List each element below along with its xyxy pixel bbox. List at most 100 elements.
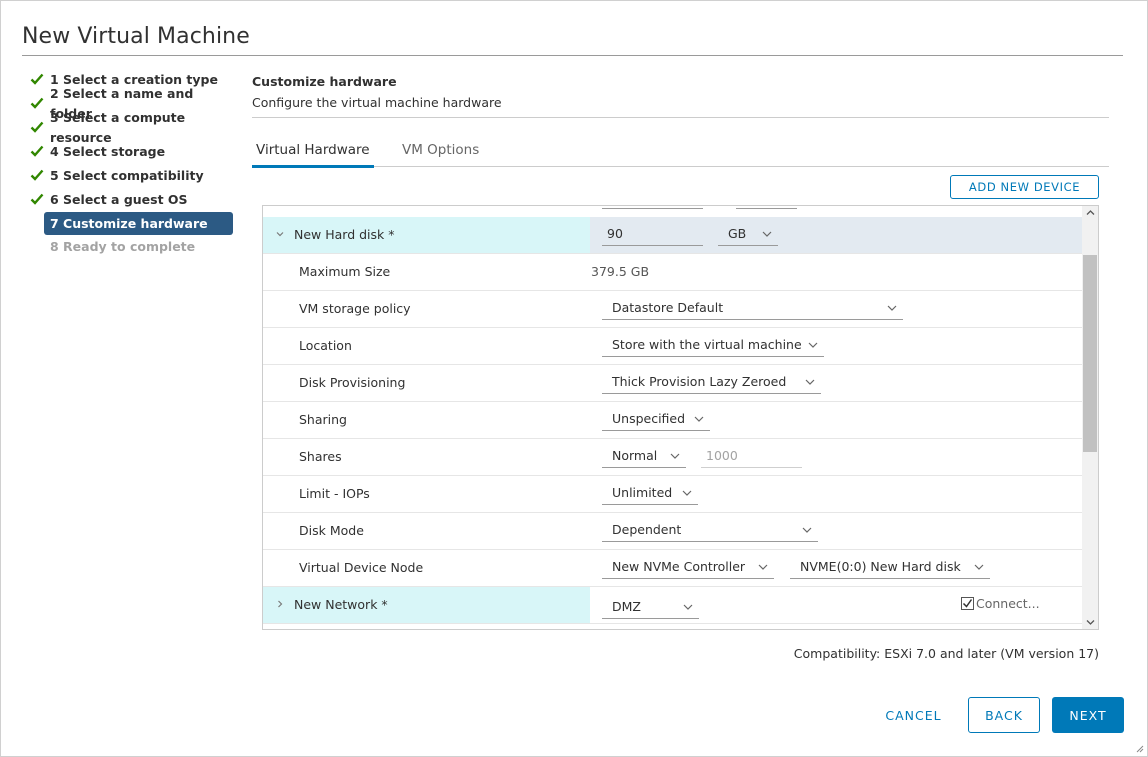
title-divider [22,55,1123,56]
check-icon [30,193,44,205]
panel-title: Customize hardware [252,74,397,89]
hard-disk-label-cell[interactable]: New Hard disk * [263,217,590,253]
network-value: DMZ [612,599,641,614]
storage-policy-row: VM storage policy Datastore Default [263,291,1082,328]
iops-select[interactable]: Unlimited [602,481,698,505]
hard-disk-row: New Hard disk * 90 GB [263,217,1082,254]
chevron-right-icon[interactable] [276,600,284,608]
shares-select[interactable]: Normal [602,444,686,468]
add-new-device-button[interactable]: ADD NEW DEVICE [950,175,1099,199]
disk-provisioning-select[interactable]: Thick Provision Lazy Zeroed [602,370,821,394]
chevron-down-icon [682,490,692,496]
disk-mode-value: Dependent [612,522,682,537]
chevron-down-icon [762,231,772,237]
chevron-down-icon [670,453,680,459]
grid-scrollbar[interactable] [1082,206,1098,629]
check-icon [30,145,44,157]
partial-input-line [602,208,703,209]
shares-row: Shares Normal 1000 [263,439,1082,476]
location-label: Location [299,338,352,353]
iops-label: Limit - IOPs [299,486,370,501]
iops-value: Unlimited [612,485,673,500]
step-storage[interactable]: 4 Select storage [28,140,234,164]
next-button[interactable]: NEXT [1052,697,1124,733]
disk-size-input[interactable]: 90 [602,222,703,246]
disk-unit-value: GB [728,226,747,241]
chevron-down-icon [683,604,693,610]
scroll-down-icon[interactable] [1086,619,1095,626]
partial-select-line [736,208,797,209]
scroll-up-icon[interactable] [1086,209,1095,216]
location-select[interactable]: Store with the virtual machine [602,333,824,357]
controller-select[interactable]: New NVMe Controller [602,555,774,579]
shares-label: Shares [299,449,342,464]
step-label: 4 Select storage [50,144,166,159]
disk-provisioning-value: Thick Provision Lazy Zeroed [612,374,787,389]
shares-value: Normal [612,448,658,463]
check-icon [30,169,44,181]
disk-provisioning-row: Disk Provisioning Thick Provision Lazy Z… [263,365,1082,402]
hard-disk-label: New Hard disk * [294,227,395,242]
sharing-value: Unspecified [612,411,686,426]
step-label: 6 Select a guest OS [50,192,188,207]
check-icon [30,97,44,109]
back-button[interactable]: BACK [968,697,1040,733]
chevron-down-icon [758,564,768,570]
device-node-select[interactable]: NVME(0:0) New Hard disk [790,555,990,579]
location-value: Store with the virtual machine [612,337,802,352]
disk-mode-select[interactable]: Dependent [602,518,818,542]
step-label: 8 Ready to complete [50,239,196,254]
storage-policy-select[interactable]: Datastore Default [602,296,903,320]
wizard-steps: 1 Select a creation type 2 Select a name… [28,68,234,259]
connect-label: Connect... [976,596,1040,611]
network-label: New Network * [294,597,388,612]
disk-unit-select[interactable]: GB [718,222,778,246]
device-node-row: Virtual Device Node New NVMe Controller … [263,550,1082,587]
storage-policy-value: Datastore Default [612,300,724,315]
resize-grip-icon[interactable] [1135,744,1144,753]
max-size-label: Maximum Size [299,264,391,279]
connect-toggle[interactable]: Connect... [961,596,1040,611]
sharing-row: Sharing Unspecified [263,402,1082,439]
chevron-down-icon[interactable] [276,230,284,238]
cancel-button[interactable]: CANCEL [876,697,951,733]
step-compute-resource[interactable]: 3 Select a compute resource [28,110,234,145]
dialog-title: New Virtual Machine [22,24,250,49]
location-row: Location Store with the virtual machine [263,328,1082,365]
network-select[interactable]: DMZ [602,595,699,619]
controller-value: New NVMe Controller [612,559,746,574]
step-guest-os[interactable]: 6 Select a guest OS [28,188,234,212]
chevron-down-icon [974,564,984,570]
shares-number-input[interactable]: 1000 [701,444,802,468]
sharing-label: Sharing [299,412,347,427]
device-node-label: Virtual Device Node [299,560,424,575]
hardware-grid: New Hard disk * 90 GB Maximum Size 379.5… [262,205,1099,630]
panel-divider [252,117,1109,118]
step-customize-hardware[interactable]: 7 Customize hardware [44,212,233,235]
checkbox-checked-icon[interactable] [961,597,974,610]
chevron-down-icon [805,379,815,385]
check-icon [30,73,44,85]
tab-vm-options[interactable]: VM Options [402,142,479,167]
network-label-cell[interactable]: New Network * [263,587,590,623]
chevron-down-icon [808,342,818,348]
step-label: 5 Select compatibility [50,168,204,183]
compatibility-text: Compatibility: ESXi 7.0 and later (VM ve… [793,646,1099,661]
step-compatibility[interactable]: 5 Select compatibility [28,164,234,188]
panel-subtitle: Configure the virtual machine hardware [252,95,502,110]
max-size-row: Maximum Size 379.5 GB [263,254,1082,291]
sharing-select[interactable]: Unspecified [602,407,710,431]
chevron-down-icon [694,416,704,422]
chevron-down-icon [802,527,812,533]
check-icon [30,121,44,133]
max-size-value: 379.5 GB [591,264,650,279]
step-label: 7 Customize hardware [50,215,208,231]
disk-mode-row: Disk Mode Dependent [263,513,1082,550]
scrollbar-thumb[interactable] [1083,255,1097,452]
tab-virtual-hardware[interactable]: Virtual Hardware [252,142,374,168]
iops-row: Limit - IOPs Unlimited [263,476,1082,513]
device-node-value: NVME(0:0) New Hard disk [800,559,961,574]
storage-policy-label: VM storage policy [299,301,411,316]
disk-provisioning-label: Disk Provisioning [299,375,406,390]
disk-mode-label: Disk Mode [299,523,364,538]
